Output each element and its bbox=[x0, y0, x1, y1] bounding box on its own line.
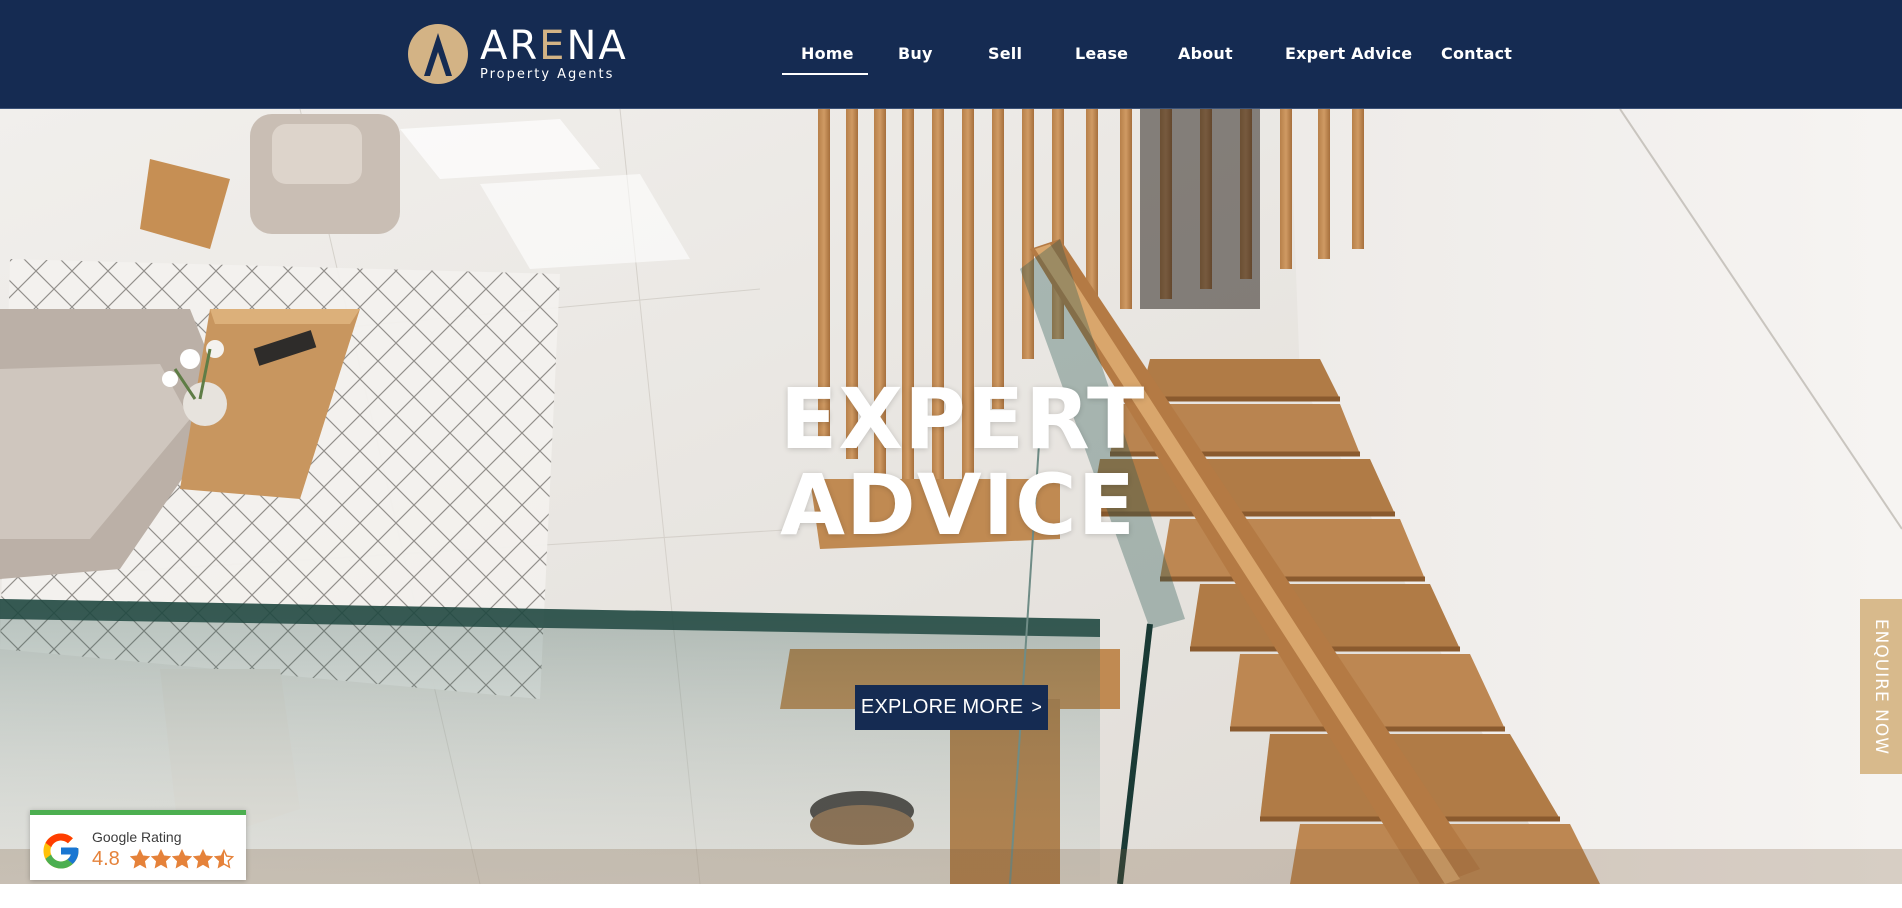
hero-section: EXPERT ADVICE EXPLORE MORE > bbox=[0, 109, 1902, 884]
hero-title-line1: EXPERT bbox=[780, 370, 1146, 468]
hero-title: EXPERT ADVICE bbox=[780, 376, 1160, 548]
nav-buy[interactable]: Buy bbox=[898, 44, 933, 63]
google-g-icon bbox=[43, 833, 79, 869]
star-full-icon bbox=[130, 849, 150, 869]
star-full-icon bbox=[151, 849, 171, 869]
google-rating-badge[interactable]: Google Rating 4.8 bbox=[30, 810, 246, 880]
page-bottom-edge bbox=[0, 884, 1902, 908]
nav-contact[interactable]: Contact bbox=[1441, 44, 1512, 63]
nav-sell[interactable]: Sell bbox=[988, 44, 1022, 63]
google-rating-label: Google Rating bbox=[92, 829, 182, 845]
enquire-now-tab[interactable]: ENQUIRE NOW bbox=[1860, 599, 1902, 774]
star-full-icon bbox=[193, 849, 213, 869]
explore-more-label: EXPLORE MORE bbox=[860, 696, 1024, 718]
hero-title-line2: ADVICE bbox=[780, 456, 1137, 554]
nav-lease[interactable]: Lease bbox=[1075, 44, 1128, 63]
site-header: ARENA Property Agents Home Buy Sell Leas… bbox=[0, 0, 1902, 109]
star-half-icon bbox=[214, 849, 234, 869]
chevron-right-icon: > bbox=[1031, 697, 1043, 717]
enquire-now-label: ENQUIRE NOW bbox=[1871, 618, 1891, 755]
rating-stars bbox=[130, 849, 235, 869]
nav-home[interactable]: Home bbox=[801, 44, 854, 63]
nav-about[interactable]: About bbox=[1178, 44, 1233, 63]
main-nav: Home Buy Sell Lease About Expert Advice … bbox=[0, 0, 1902, 108]
nav-expert-advice[interactable]: Expert Advice bbox=[1285, 44, 1412, 63]
star-full-icon bbox=[172, 849, 192, 869]
explore-more-button[interactable]: EXPLORE MORE > bbox=[855, 685, 1048, 730]
google-rating-score: 4.8 bbox=[92, 848, 120, 870]
nav-active-underline bbox=[782, 73, 868, 75]
